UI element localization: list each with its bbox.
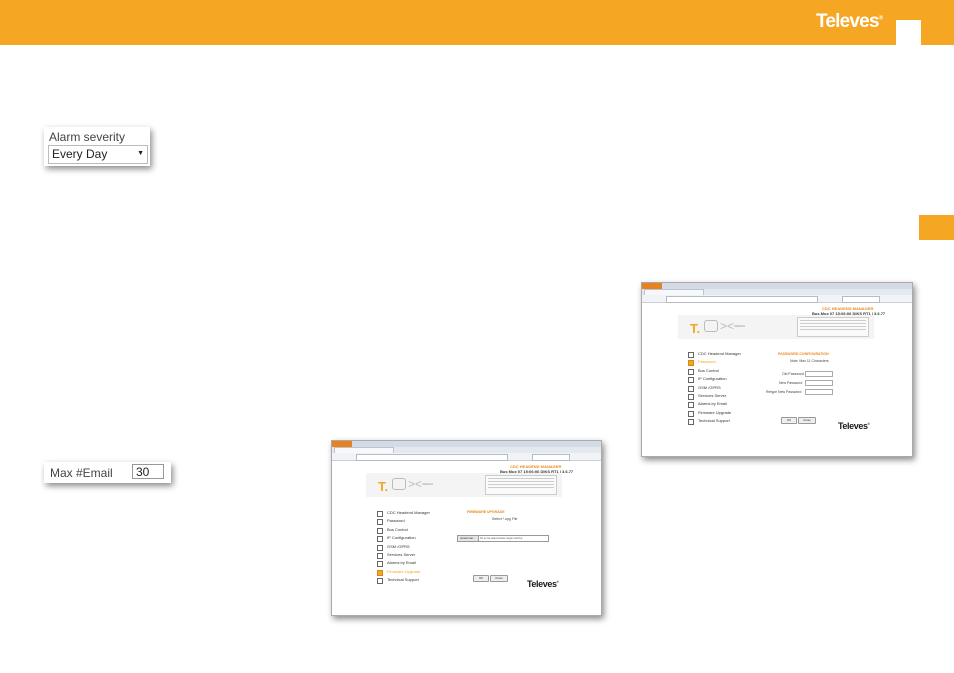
device-info-box <box>797 317 869 337</box>
retype-password-label: Retype New Password <box>766 390 802 394</box>
menu-checkbox[interactable] <box>688 368 694 375</box>
tox-x-mark: >< <box>720 319 735 333</box>
menu-item-label: Services Server <box>698 392 727 398</box>
page-content: CDC HEADEND MANAGER Bus Mux 07 15:06:06 … <box>332 461 601 615</box>
section-title: FIRMWARE UPGRADE <box>467 510 505 514</box>
menu-item-label: Alarms by Email <box>387 560 416 566</box>
alarm-severity-select[interactable]: Every Day ▼ <box>48 145 148 164</box>
menu-item-label: Services Server <box>387 551 416 557</box>
menu-item-label: GSM /GPRS <box>387 543 410 549</box>
firmware-upgrade-screenshot: CDC HEADEND MANAGER Bus Mux 07 15:06:06 … <box>331 440 602 616</box>
address-bar <box>356 454 508 461</box>
section-title: PASSWORD CONFIGURATION <box>778 352 829 356</box>
menu-item-label: Firmware Upgrade <box>698 409 732 415</box>
menu-item-label: Password <box>698 359 716 365</box>
menu-item-label: IP Configuration <box>698 376 727 382</box>
ok-button[interactable]: OK <box>781 417 797 424</box>
address-bar <box>666 296 818 303</box>
menu-item-label: Alarms by Email <box>698 401 727 407</box>
select-file-label: Select *.upg File <box>492 517 518 521</box>
page-number-box <box>896 20 921 45</box>
menu-checkbox[interactable] <box>377 511 383 517</box>
menu-checkbox[interactable] <box>688 360 694 367</box>
close-button[interactable]: Close <box>490 575 508 582</box>
alarm-severity-label: Alarm severity <box>49 130 126 144</box>
menu-checkbox[interactable] <box>377 561 383 568</box>
menu-checkbox[interactable] <box>688 419 694 426</box>
old-password-input[interactable] <box>805 371 833 377</box>
menu-checkbox[interactable] <box>377 536 383 543</box>
televes-logo: Televes® <box>527 579 559 589</box>
alarm-severity-snippet: Alarm severity Every Day ▼ <box>44 127 150 166</box>
section-side-tab <box>919 215 954 240</box>
chevron-down-icon: ▼ <box>137 150 144 157</box>
tox-series-label: SERIES <box>734 324 746 328</box>
menu-checkbox[interactable] <box>688 352 694 358</box>
password-note: Note: Max 11 Characters <box>790 359 829 363</box>
top-header-bar: Televes® <box>0 0 954 45</box>
menu-checkbox[interactable] <box>688 385 694 392</box>
menu-checkbox[interactable] <box>377 552 383 559</box>
menu-item-label: Technical Support <box>387 577 419 583</box>
menu-item-label: Password <box>387 518 405 524</box>
browser-search-box <box>842 296 880 303</box>
max-email-label: Max #Email <box>50 466 113 480</box>
alarm-severity-value: Every Day <box>52 147 108 161</box>
menu-item-label: CDC Headend Manager <box>387 510 430 515</box>
file-input-text: No se ha seleccionado ningún archivo <box>480 537 523 540</box>
menu-checkbox[interactable] <box>688 410 694 417</box>
retype-password-input[interactable] <box>805 389 833 395</box>
tox-logo: T. <box>690 321 701 336</box>
old-password-label: Old Password <box>782 372 804 376</box>
menu-checkbox[interactable] <box>688 402 694 409</box>
ok-button[interactable]: OK <box>473 575 489 582</box>
menu-checkbox[interactable] <box>688 377 694 384</box>
browse-button[interactable]: Examinar... <box>458 536 479 541</box>
max-email-snippet: Max #Email 30 <box>44 462 171 483</box>
televes-logo: Televes® <box>838 421 870 431</box>
max-email-input[interactable]: 30 <box>132 464 164 479</box>
menu-checkbox[interactable] <box>377 527 383 534</box>
password-config-screenshot: CDC HEADEND MANAGER Bus Mux 07 15:06:06 … <box>641 282 913 457</box>
menu-item-label: Technical Support <box>698 418 730 424</box>
menu-checkbox[interactable] <box>377 519 383 526</box>
menu-item-label: IP Configuration <box>387 535 416 541</box>
menu-checkbox[interactable] <box>377 544 383 551</box>
televes-logo: Televes® <box>816 11 884 32</box>
browser-nav-bar <box>332 453 601 461</box>
menu-item-label: GSM /GPRS <box>698 384 721 390</box>
menu-item-label: Bus Control <box>387 526 408 532</box>
page-content: CDC HEADEND MANAGER Bus Mux 07 15:06:06 … <box>642 303 912 456</box>
file-input[interactable]: Examinar... No se ha seleccionado ningún… <box>457 535 549 542</box>
menu-item-label: Bus Control <box>698 367 719 373</box>
menu-checkbox[interactable] <box>688 393 694 400</box>
menu-checkbox[interactable] <box>377 569 383 576</box>
browser-nav-bar <box>642 295 912 303</box>
tox-series-label: SERIES <box>422 482 434 486</box>
tox-logo-mark <box>392 478 406 490</box>
new-password-input[interactable] <box>805 380 833 386</box>
tox-x-mark: >< <box>408 477 423 491</box>
device-info-box <box>485 475 557 495</box>
menu-item-label: CDC Headend Manager <box>698 351 741 356</box>
close-button[interactable]: Close <box>798 417 816 424</box>
tox-logo-mark <box>704 320 718 332</box>
tox-logo: T. <box>378 479 389 494</box>
browser-search-box <box>532 454 570 461</box>
new-password-label: New Password <box>779 381 803 385</box>
menu-checkbox[interactable] <box>377 578 383 585</box>
menu-item-label: Firmware Upgrade <box>387 568 421 574</box>
